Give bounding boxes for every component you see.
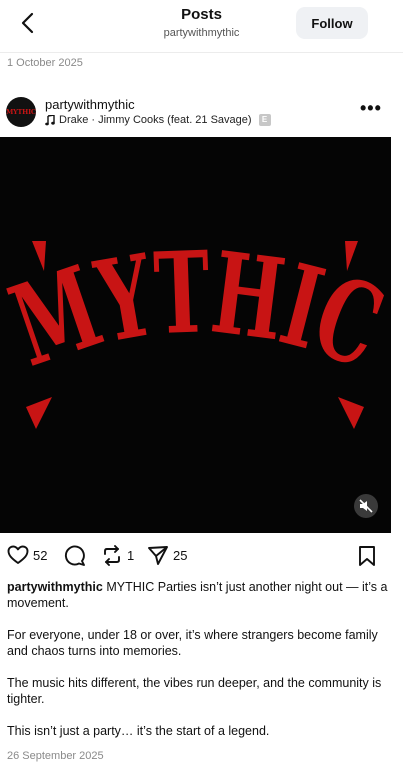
repost-icon	[104, 545, 120, 566]
section-date: 1 October 2025	[7, 57, 83, 69]
media-logo-text: MYTHIC	[0, 227, 391, 393]
header-divider	[0, 52, 403, 53]
mute-button[interactable]	[354, 494, 378, 518]
caption-text-2: For everyone, under 18 or over, it’s whe…	[7, 628, 378, 658]
post-date: 26 September 2025	[7, 750, 104, 762]
svg-text:MYTHIC: MYTHIC	[0, 227, 391, 393]
like-button[interactable]: 52	[7, 545, 47, 565]
follow-button[interactable]: Follow	[296, 7, 368, 39]
top-bar: Posts partywithmythic Follow	[0, 0, 403, 50]
post-media[interactable]: MYTHIC	[0, 137, 391, 533]
speaker-muted-icon	[359, 499, 373, 513]
more-options-icon[interactable]: •••	[360, 98, 382, 119]
avatar-logo-text: MYTHIC	[6, 108, 36, 116]
music-track: Drake · Jimmy Cooks (feat. 21 Savage)	[59, 114, 252, 126]
like-count: 52	[33, 547, 48, 563]
music-attribution[interactable]: Drake · Jimmy Cooks (feat. 21 Savage) E	[45, 114, 271, 126]
music-note-icon	[45, 114, 55, 125]
heart-icon	[7, 545, 29, 564]
repost-count: 1	[127, 548, 135, 563]
post-caption: partywithmythic MYTHIC Parties isn’t jus…	[7, 579, 392, 755]
repost-button[interactable]: 1	[101, 545, 134, 566]
post-header: MYTHIC partywithmythic Drake · Jimmy Coo…	[0, 93, 403, 133]
explicit-badge: E	[258, 114, 271, 126]
avatar[interactable]: MYTHIC	[6, 97, 36, 127]
bookmark-icon	[359, 546, 375, 566]
caption-username[interactable]: partywithmythic	[7, 580, 103, 594]
mythic-logo: MYTHIC	[0, 227, 391, 429]
caption-text-4: This isn’t just a party… it’s the start …	[7, 724, 270, 738]
post-username[interactable]: partywithmythic	[45, 97, 135, 112]
comment-button[interactable]	[64, 545, 86, 566]
action-bar: 52 1 25	[0, 542, 403, 570]
caption-text-3: The music hits different, the vibes run …	[7, 676, 382, 706]
send-icon	[148, 546, 168, 565]
comment-bubble-icon	[64, 545, 85, 566]
save-button[interactable]	[358, 545, 376, 572]
share-count: 25	[173, 548, 188, 563]
caption-first-paragraph: partywithmythic MYTHIC Parties isn’t jus…	[7, 579, 392, 611]
share-button[interactable]: 25	[147, 545, 187, 566]
